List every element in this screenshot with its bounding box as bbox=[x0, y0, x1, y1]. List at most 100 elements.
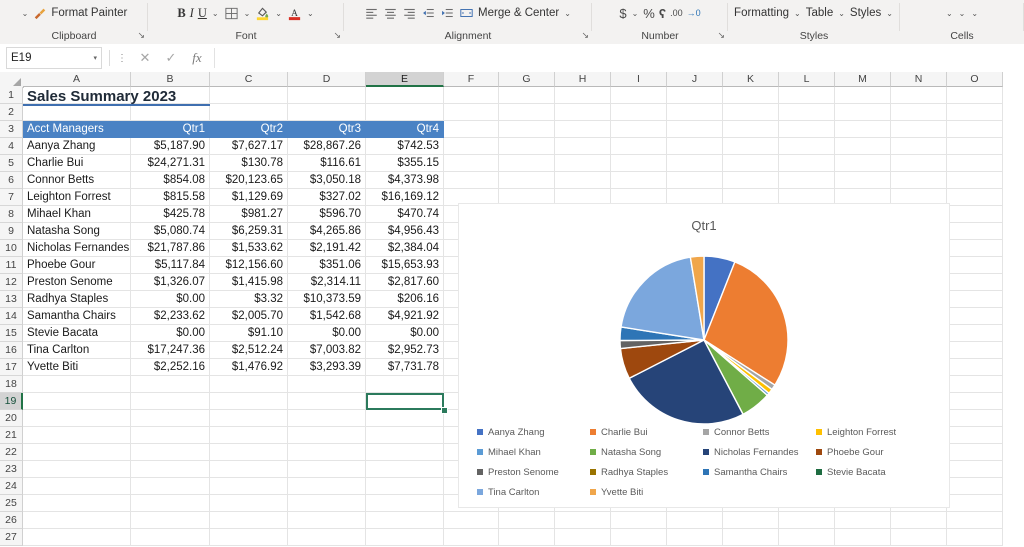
legend-item-samantha-chairs[interactable]: Samantha Chairs bbox=[703, 462, 816, 482]
cell-K26[interactable] bbox=[723, 512, 779, 529]
cell-M4[interactable] bbox=[835, 138, 891, 155]
select-all-button[interactable] bbox=[0, 72, 24, 88]
row-header-22[interactable]: 22 bbox=[0, 444, 23, 461]
cell-O6[interactable] bbox=[947, 172, 1003, 189]
cell-H26[interactable] bbox=[555, 512, 611, 529]
cell-D24[interactable] bbox=[288, 478, 366, 495]
cell-B17[interactable]: $2,252.16 bbox=[131, 359, 210, 376]
cell-L2[interactable] bbox=[779, 104, 835, 121]
cell-O19[interactable] bbox=[947, 393, 1003, 410]
cell-E20[interactable] bbox=[366, 410, 444, 427]
format-painter-button[interactable]: Format Painter bbox=[31, 2, 129, 24]
cell-N27[interactable] bbox=[891, 529, 947, 546]
cell-A17[interactable]: Yvette Biti bbox=[23, 359, 131, 376]
header-cell-B3[interactable]: Qtr1 bbox=[131, 121, 210, 138]
row-header-25[interactable]: 25 bbox=[0, 495, 23, 512]
cell-L27[interactable] bbox=[779, 529, 835, 546]
increase-indent-button[interactable] bbox=[438, 2, 457, 24]
row-header-9[interactable]: 9 bbox=[0, 223, 23, 240]
cell-A16[interactable]: Tina Carlton bbox=[23, 342, 131, 359]
cell-E5[interactable]: $355.15 bbox=[366, 155, 444, 172]
cell-K5[interactable] bbox=[723, 155, 779, 172]
cell-F3[interactable] bbox=[444, 121, 499, 138]
cell-B26[interactable] bbox=[131, 512, 210, 529]
cell-H3[interactable] bbox=[555, 121, 611, 138]
cell-E7[interactable]: $16,169.12 bbox=[366, 189, 444, 206]
cell-E26[interactable] bbox=[366, 512, 444, 529]
cell-A14[interactable]: Samantha Chairs bbox=[23, 308, 131, 325]
legend-item-aanya-zhang[interactable]: Aanya Zhang bbox=[477, 422, 590, 442]
cell-L5[interactable] bbox=[779, 155, 835, 172]
cell-C27[interactable] bbox=[210, 529, 288, 546]
cell-D1[interactable] bbox=[288, 87, 366, 104]
cell-H6[interactable] bbox=[555, 172, 611, 189]
worksheet-grid[interactable]: ABCDEFGHIJKLMNO 123456789101112131415161… bbox=[0, 72, 1024, 547]
cell-D10[interactable]: $2,191.42 bbox=[288, 240, 366, 257]
cell-B25[interactable] bbox=[131, 495, 210, 512]
cell-I1[interactable] bbox=[611, 87, 667, 104]
cell-O27[interactable] bbox=[947, 529, 1003, 546]
cell-B16[interactable]: $17,247.36 bbox=[131, 342, 210, 359]
cell-B7[interactable]: $815.58 bbox=[131, 189, 210, 206]
cancel-icon[interactable]: ✕ bbox=[132, 50, 158, 66]
row-header-27[interactable]: 27 bbox=[0, 529, 23, 546]
row-header-3[interactable]: 3 bbox=[0, 121, 23, 138]
row-header-20[interactable]: 20 bbox=[0, 410, 23, 427]
cell-E14[interactable]: $4,921.92 bbox=[366, 308, 444, 325]
column-header-g[interactable]: G bbox=[499, 72, 555, 87]
cell-B22[interactable] bbox=[131, 444, 210, 461]
cell-B10[interactable]: $21,787.86 bbox=[131, 240, 210, 257]
cell-O8[interactable] bbox=[947, 206, 1003, 223]
cell-N3[interactable] bbox=[891, 121, 947, 138]
cell-J6[interactable] bbox=[667, 172, 723, 189]
column-header-c[interactable]: C bbox=[210, 72, 288, 87]
cell-K3[interactable] bbox=[723, 121, 779, 138]
cell-E19[interactable] bbox=[366, 393, 444, 410]
dialog-launcher-icon[interactable]: ↘ bbox=[137, 30, 145, 41]
cell-K27[interactable] bbox=[723, 529, 779, 546]
cell-I2[interactable] bbox=[611, 104, 667, 121]
row-header-11[interactable]: 11 bbox=[0, 257, 23, 274]
row-header-26[interactable]: 26 bbox=[0, 512, 23, 529]
cell-A9[interactable]: Natasha Song bbox=[23, 223, 131, 240]
cell-E10[interactable]: $2,384.04 bbox=[366, 240, 444, 257]
row-header-4[interactable]: 4 bbox=[0, 138, 23, 155]
chevron-down-icon[interactable]: ⌄ bbox=[19, 2, 32, 24]
chevron-down-icon[interactable]: ⌄ bbox=[956, 2, 969, 24]
row-header-1[interactable]: 1 bbox=[0, 87, 23, 104]
cell-A22[interactable] bbox=[23, 444, 131, 461]
row-header-14[interactable]: 14 bbox=[0, 308, 23, 325]
cell-E11[interactable]: $15,653.93 bbox=[366, 257, 444, 274]
cell-A5[interactable]: Charlie Bui bbox=[23, 155, 131, 172]
cell-E27[interactable] bbox=[366, 529, 444, 546]
cell-A12[interactable]: Preston Senome bbox=[23, 274, 131, 291]
cell-A13[interactable]: Radhya Staples bbox=[23, 291, 131, 308]
cell-E16[interactable]: $2,952.73 bbox=[366, 342, 444, 359]
cell-F1[interactable] bbox=[444, 87, 499, 104]
cell-O24[interactable] bbox=[947, 478, 1003, 495]
align-center-button[interactable] bbox=[381, 2, 400, 24]
cell-A27[interactable] bbox=[23, 529, 131, 546]
cell-A2[interactable] bbox=[23, 104, 131, 121]
cell-L1[interactable] bbox=[779, 87, 835, 104]
cell-E24[interactable] bbox=[366, 478, 444, 495]
cell-C14[interactable]: $2,005.70 bbox=[210, 308, 288, 325]
borders-button[interactable] bbox=[222, 2, 241, 24]
dialog-launcher-icon[interactable]: ↘ bbox=[581, 30, 589, 41]
legend-item-connor-betts[interactable]: Connor Betts bbox=[703, 422, 816, 442]
chevron-down-icon[interactable]: ⌄ bbox=[968, 2, 981, 24]
cell-O20[interactable] bbox=[947, 410, 1003, 427]
column-header-o[interactable]: O bbox=[947, 72, 1003, 87]
font-color-button[interactable]: A bbox=[285, 2, 304, 24]
cell-D12[interactable]: $2,314.11 bbox=[288, 274, 366, 291]
cell-title-a1[interactable]: Sales Summary 2023 bbox=[23, 87, 210, 106]
cell-O3[interactable] bbox=[947, 121, 1003, 138]
cell-A6[interactable]: Connor Betts bbox=[23, 172, 131, 189]
cell-C8[interactable]: $981.27 bbox=[210, 206, 288, 223]
row-header-13[interactable]: 13 bbox=[0, 291, 23, 308]
align-right-button[interactable] bbox=[400, 2, 419, 24]
cell-I3[interactable] bbox=[611, 121, 667, 138]
cell-B27[interactable] bbox=[131, 529, 210, 546]
cell-N4[interactable] bbox=[891, 138, 947, 155]
italic-button[interactable]: I bbox=[188, 2, 196, 24]
